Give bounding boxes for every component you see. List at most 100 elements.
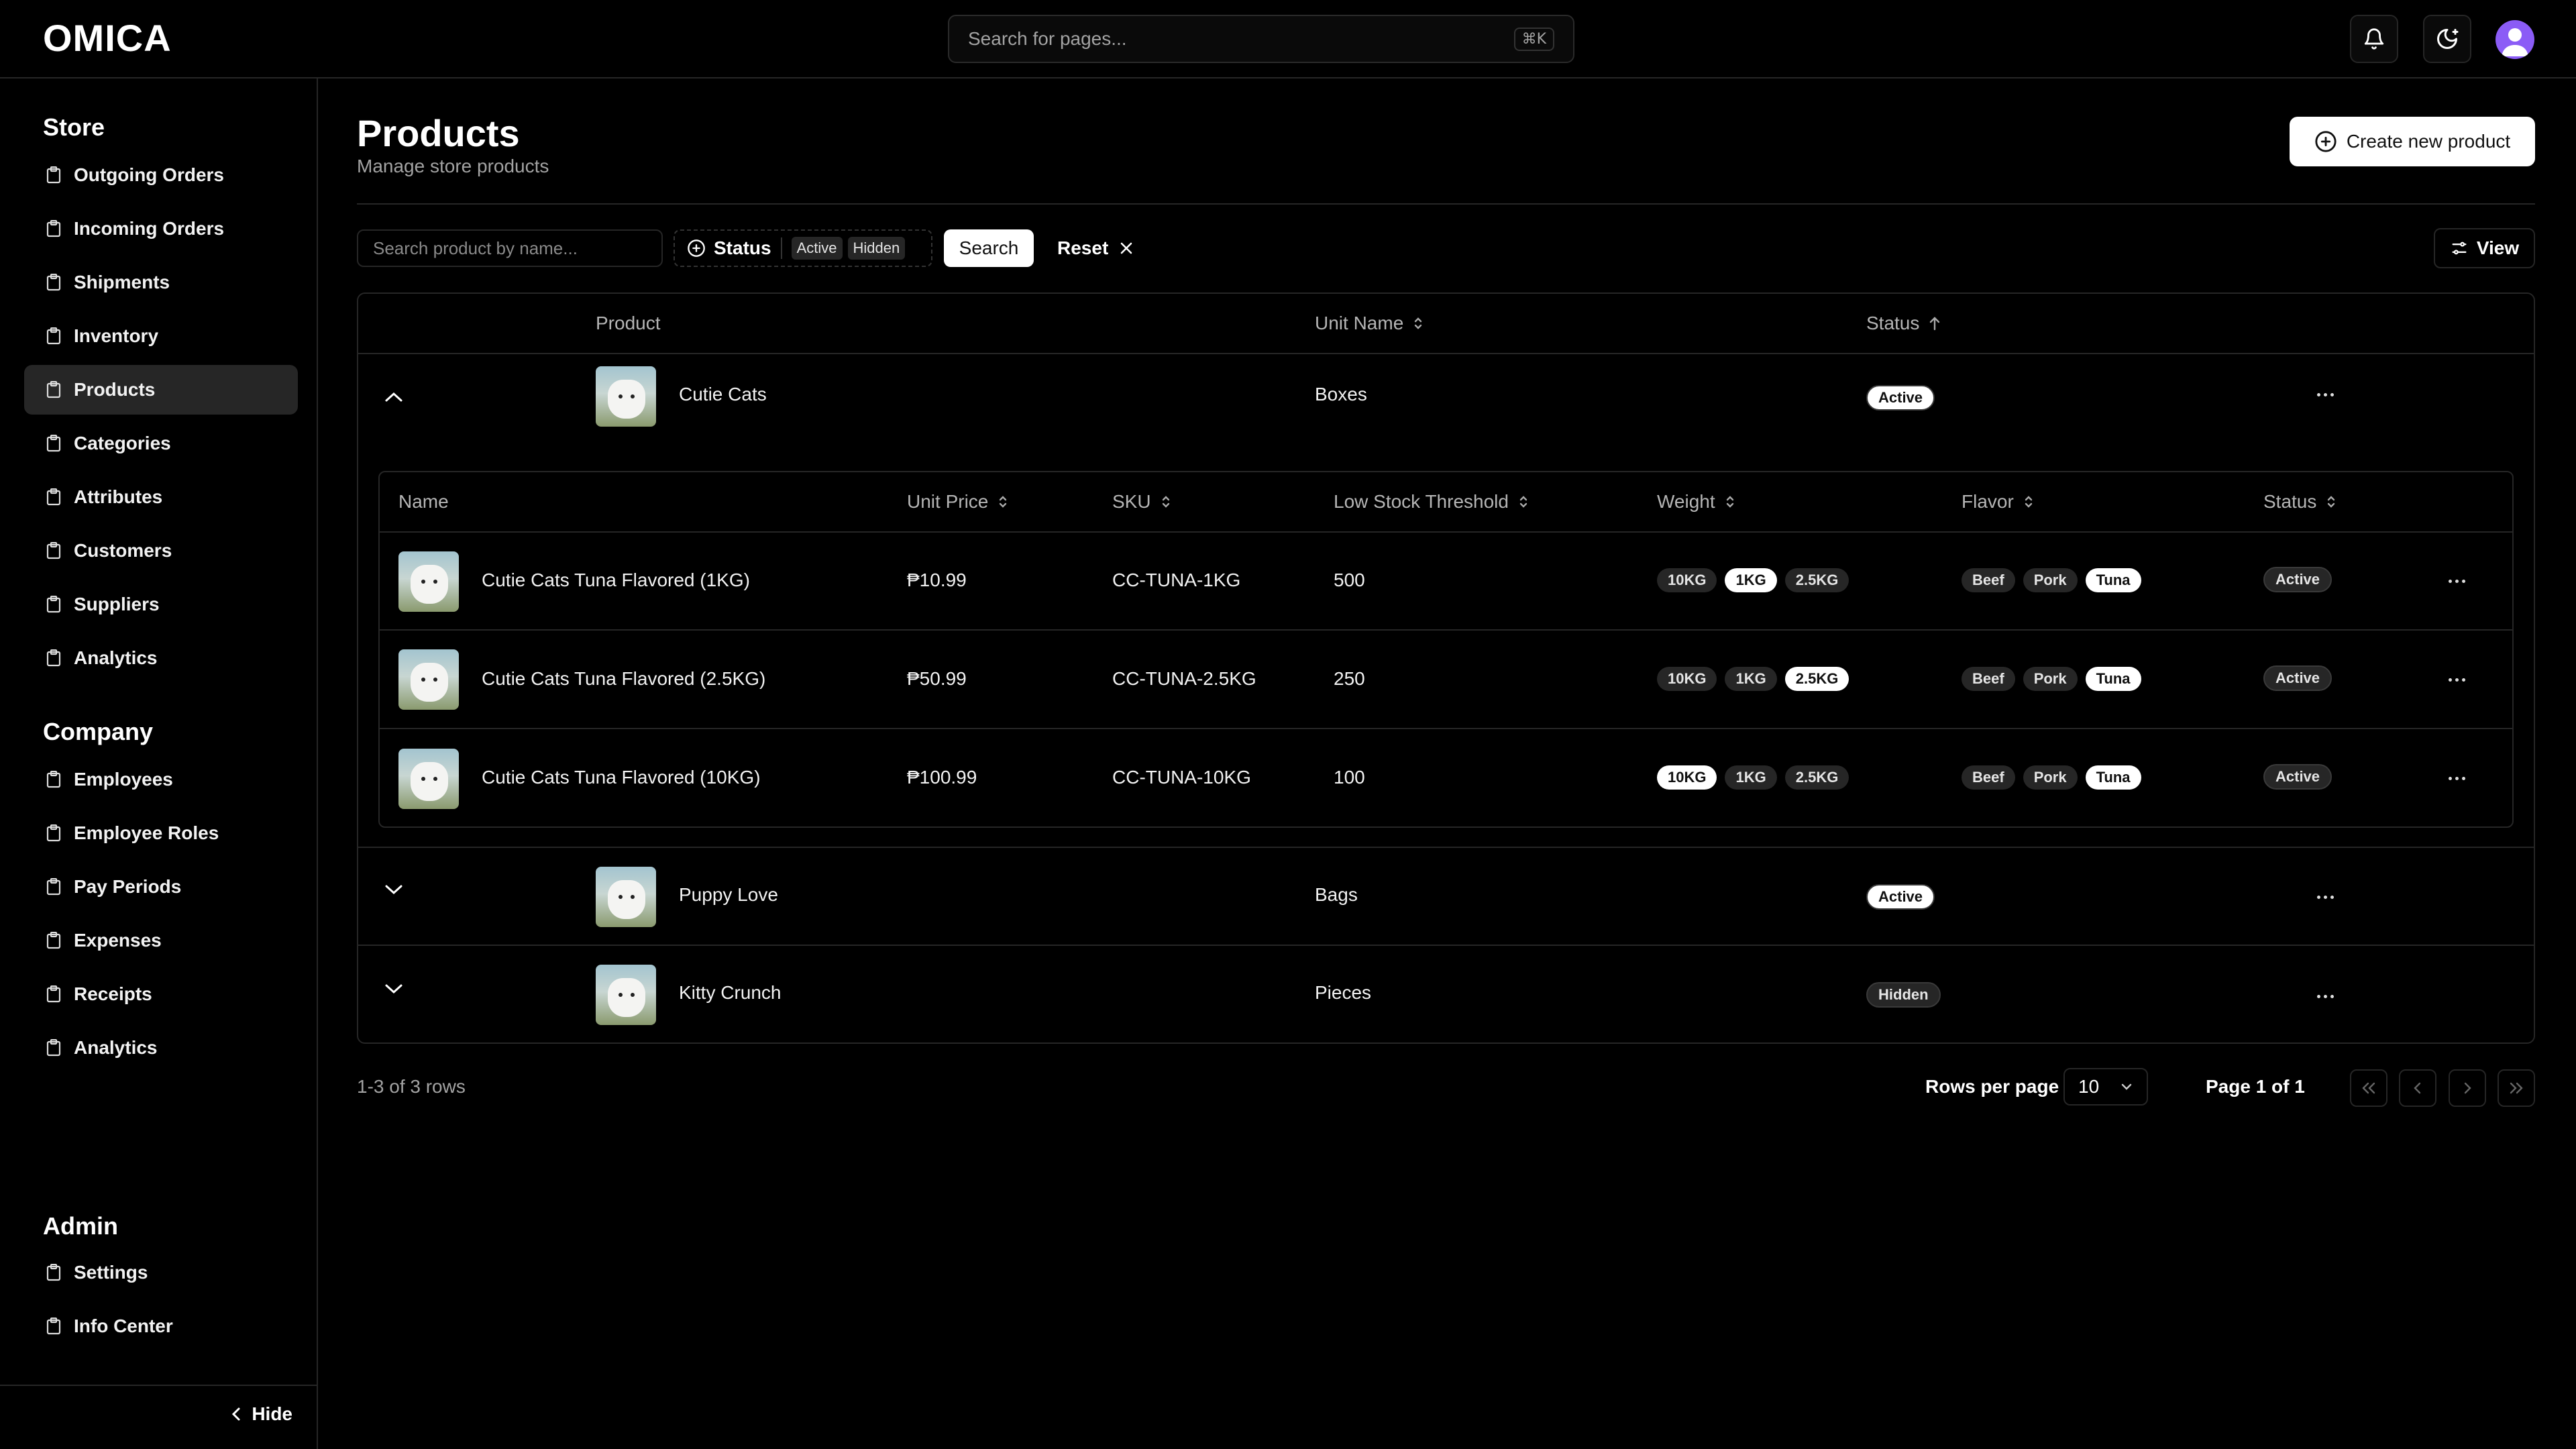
rows-per-page-value: 10	[2078, 1076, 2100, 1097]
clipboard-icon	[46, 1264, 62, 1281]
user-avatar[interactable]	[2496, 20, 2534, 59]
variant-thumbnail	[398, 649, 459, 710]
variant-unit-price: ₱10.99	[907, 570, 967, 590]
rows-per-page-select[interactable]: 10	[2063, 1068, 2148, 1106]
variant-column-weight[interactable]: Weight	[1657, 472, 1735, 531]
product-name: Puppy Love	[679, 884, 778, 905]
column-label: Status	[2263, 491, 2317, 512]
flavor-option-beef: Beef	[1962, 765, 2015, 790]
sidebar-item-customers[interactable]: Customers	[24, 526, 298, 576]
status-badge-label: Active	[1866, 385, 1935, 411]
variant-weight-options: 10KG 1KG 2.5KG	[1657, 568, 1857, 592]
search-button[interactable]: Search	[944, 229, 1034, 267]
variant-actions-button[interactable]	[2449, 678, 2465, 682]
weight-option-10kg: 10KG	[1657, 667, 1717, 691]
column-header-unit-name[interactable]: Unit Name	[1315, 294, 1424, 353]
rows-per-page-label: Rows per page	[1925, 1076, 2059, 1097]
row-divider	[358, 847, 2534, 848]
notifications-button[interactable]	[2350, 15, 2398, 63]
clipboard-icon	[46, 824, 62, 842]
chevron-left-icon	[2412, 1081, 2424, 1095]
weight-option-2-5kg: 2.5KG	[1784, 765, 1849, 790]
variant-flavor-options: Beef Pork Tuna	[1962, 765, 2149, 790]
clipboard-icon	[46, 327, 62, 345]
reset-button[interactable]: Reset	[1057, 229, 1134, 267]
sidebar-item-receipts[interactable]: Receipts	[24, 969, 298, 1019]
global-search-input[interactable]: Search for pages... ⌘K	[948, 15, 1574, 63]
sidebar-item-label: Employee Roles	[74, 822, 219, 843]
column-header-status[interactable]: Status	[1866, 294, 1941, 353]
create-product-label: Create new product	[2346, 131, 2511, 152]
sidebar-section-company: Company	[43, 718, 154, 745]
variants-header-divider	[380, 531, 2512, 533]
next-page-button[interactable]	[2449, 1069, 2486, 1107]
sidebar-item-expenses[interactable]: Expenses	[24, 916, 298, 965]
status-filter-button[interactable]: Status Active Hidden	[674, 229, 932, 267]
flavor-option-pork: Pork	[2023, 568, 2078, 592]
sidebar-item-store-analytics[interactable]: Analytics	[24, 633, 298, 683]
theme-toggle-icon	[2435, 27, 2459, 51]
create-product-button[interactable]: Create new product	[2290, 117, 2535, 166]
row-actions-button[interactable]	[2317, 995, 2334, 998]
variant-column-status[interactable]: Status	[2263, 472, 2337, 531]
variants-table: Name Unit Price SKU Low Stock Threshold …	[378, 471, 2514, 828]
weight-option-10kg: 10KG	[1657, 568, 1717, 592]
variant-flavor-options: Beef Pork Tuna	[1962, 568, 2149, 592]
sidebar-item-employee-roles[interactable]: Employee Roles	[24, 808, 298, 858]
clipboard-icon	[46, 985, 62, 1003]
sidebar-item-label: Suppliers	[74, 594, 160, 614]
product-name: Cutie Cats	[679, 384, 767, 405]
first-page-button[interactable]	[2350, 1069, 2387, 1107]
sidebar-item-settings[interactable]: Settings	[24, 1248, 298, 1297]
theme-toggle-button[interactable]	[2423, 15, 2471, 63]
sidebar-item-suppliers[interactable]: Suppliers	[24, 580, 298, 629]
variant-unit-price: ₱100.99	[907, 767, 977, 788]
variant-actions-button[interactable]	[2449, 580, 2465, 583]
header-divider	[357, 203, 2535, 205]
sidebar-item-label: Settings	[74, 1262, 148, 1283]
expand-row-button[interactable]	[384, 982, 404, 996]
sidebar-item-company-analytics[interactable]: Analytics	[24, 1023, 298, 1073]
variant-column-sku[interactable]: SKU	[1112, 472, 1171, 531]
sidebar-item-outgoing-orders[interactable]: Outgoing Orders	[24, 150, 298, 200]
sidebar-item-inventory[interactable]: Inventory	[24, 311, 298, 361]
previous-page-button[interactable]	[2399, 1069, 2436, 1107]
expand-row-button[interactable]	[384, 883, 404, 896]
sidebar-item-employees[interactable]: Employees	[24, 755, 298, 804]
flavor-option-beef: Beef	[1962, 667, 2015, 691]
variant-row-divider	[380, 728, 2512, 729]
row-actions-button[interactable]	[2317, 896, 2334, 899]
sidebar-item-pay-periods[interactable]: Pay Periods	[24, 862, 298, 912]
variant-column-low-stock[interactable]: Low Stock Threshold	[1334, 472, 1529, 531]
last-page-button[interactable]	[2498, 1069, 2535, 1107]
column-header-product[interactable]: Product	[596, 294, 661, 353]
hide-sidebar-button[interactable]: Hide	[230, 1403, 292, 1425]
variant-column-name[interactable]: Name	[398, 472, 449, 531]
unit-name: Bags	[1315, 884, 1358, 905]
collapse-row-button[interactable]	[384, 390, 404, 404]
sidebar-item-incoming-orders[interactable]: Incoming Orders	[24, 204, 298, 254]
sidebar-item-info-center[interactable]: Info Center	[24, 1301, 298, 1351]
sort-icon	[1161, 494, 1171, 510]
sidebar-item-categories[interactable]: Categories	[24, 419, 298, 468]
app-logo[interactable]: OMICA	[43, 16, 172, 60]
sidebar-item-attributes[interactable]: Attributes	[24, 472, 298, 522]
status-badge: Active	[1866, 884, 1935, 910]
clipboard-icon	[46, 771, 62, 788]
clipboard-icon	[46, 274, 62, 291]
weight-option-1kg: 1KG	[1725, 667, 1777, 691]
variant-column-unit-price[interactable]: Unit Price	[907, 472, 1008, 531]
variant-weight-options: 10KG 1KG 2.5KG	[1657, 667, 1857, 691]
sidebar-item-shipments[interactable]: Shipments	[24, 258, 298, 307]
status-chip-active: Active	[791, 237, 843, 260]
variant-column-flavor[interactable]: Flavor	[1962, 472, 2034, 531]
row-actions-button[interactable]	[2317, 393, 2334, 396]
sidebar-item-products[interactable]: Products	[24, 365, 298, 415]
product-search-input[interactable]: Search product by name...	[357, 229, 663, 267]
sidebar-item-label: Expenses	[74, 930, 162, 951]
column-label: Weight	[1657, 491, 1715, 512]
clipboard-icon	[46, 542, 62, 559]
chevron-left-icon	[230, 1406, 242, 1422]
view-options-button[interactable]: View	[2434, 228, 2535, 268]
variant-actions-button[interactable]	[2449, 777, 2465, 780]
